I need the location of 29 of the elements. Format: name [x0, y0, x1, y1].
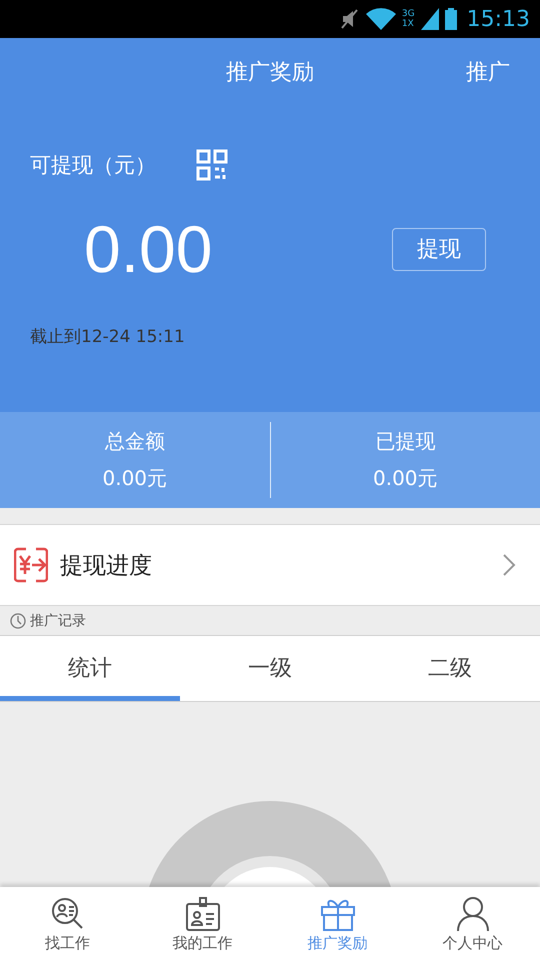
wifi-icon	[366, 8, 396, 30]
summary-label: 已提现	[375, 428, 436, 455]
chevron-right-icon	[502, 553, 516, 577]
qr-code-icon[interactable]	[196, 149, 228, 181]
clock-time: 15:13	[466, 6, 530, 32]
balance-label: 可提现（元）	[30, 152, 156, 179]
nav-item[interactable]: 找工作	[0, 887, 135, 960]
page-title: 推广奖励	[226, 58, 314, 86]
person-icon	[454, 896, 490, 932]
balance-amount: 0.00	[84, 211, 212, 288]
summary-value: 0.00元	[102, 465, 168, 492]
as-of-time: 截止到12-24 15:11	[29, 326, 186, 348]
nav-item[interactable]: 个人中心	[405, 887, 540, 960]
search-icon	[50, 896, 86, 932]
network-label: 1X	[402, 19, 415, 29]
clock-icon	[10, 612, 26, 628]
nav-item[interactable]: 我的工作	[135, 887, 270, 960]
summary-label: 总金额	[104, 428, 165, 455]
summary-value: 0.00元	[372, 465, 438, 492]
id-badge-icon	[184, 896, 220, 932]
signal-icon	[420, 8, 439, 30]
mute-icon	[340, 8, 360, 30]
tab[interactable]: 一级	[180, 636, 360, 701]
section-label: 推广记录	[30, 612, 86, 630]
tab[interactable]: 二级	[360, 636, 540, 701]
yuan-transfer-icon	[14, 547, 48, 583]
network-label: 3G	[402, 9, 415, 19]
tab[interactable]: 统计	[0, 636, 180, 701]
battery-icon	[444, 8, 457, 30]
